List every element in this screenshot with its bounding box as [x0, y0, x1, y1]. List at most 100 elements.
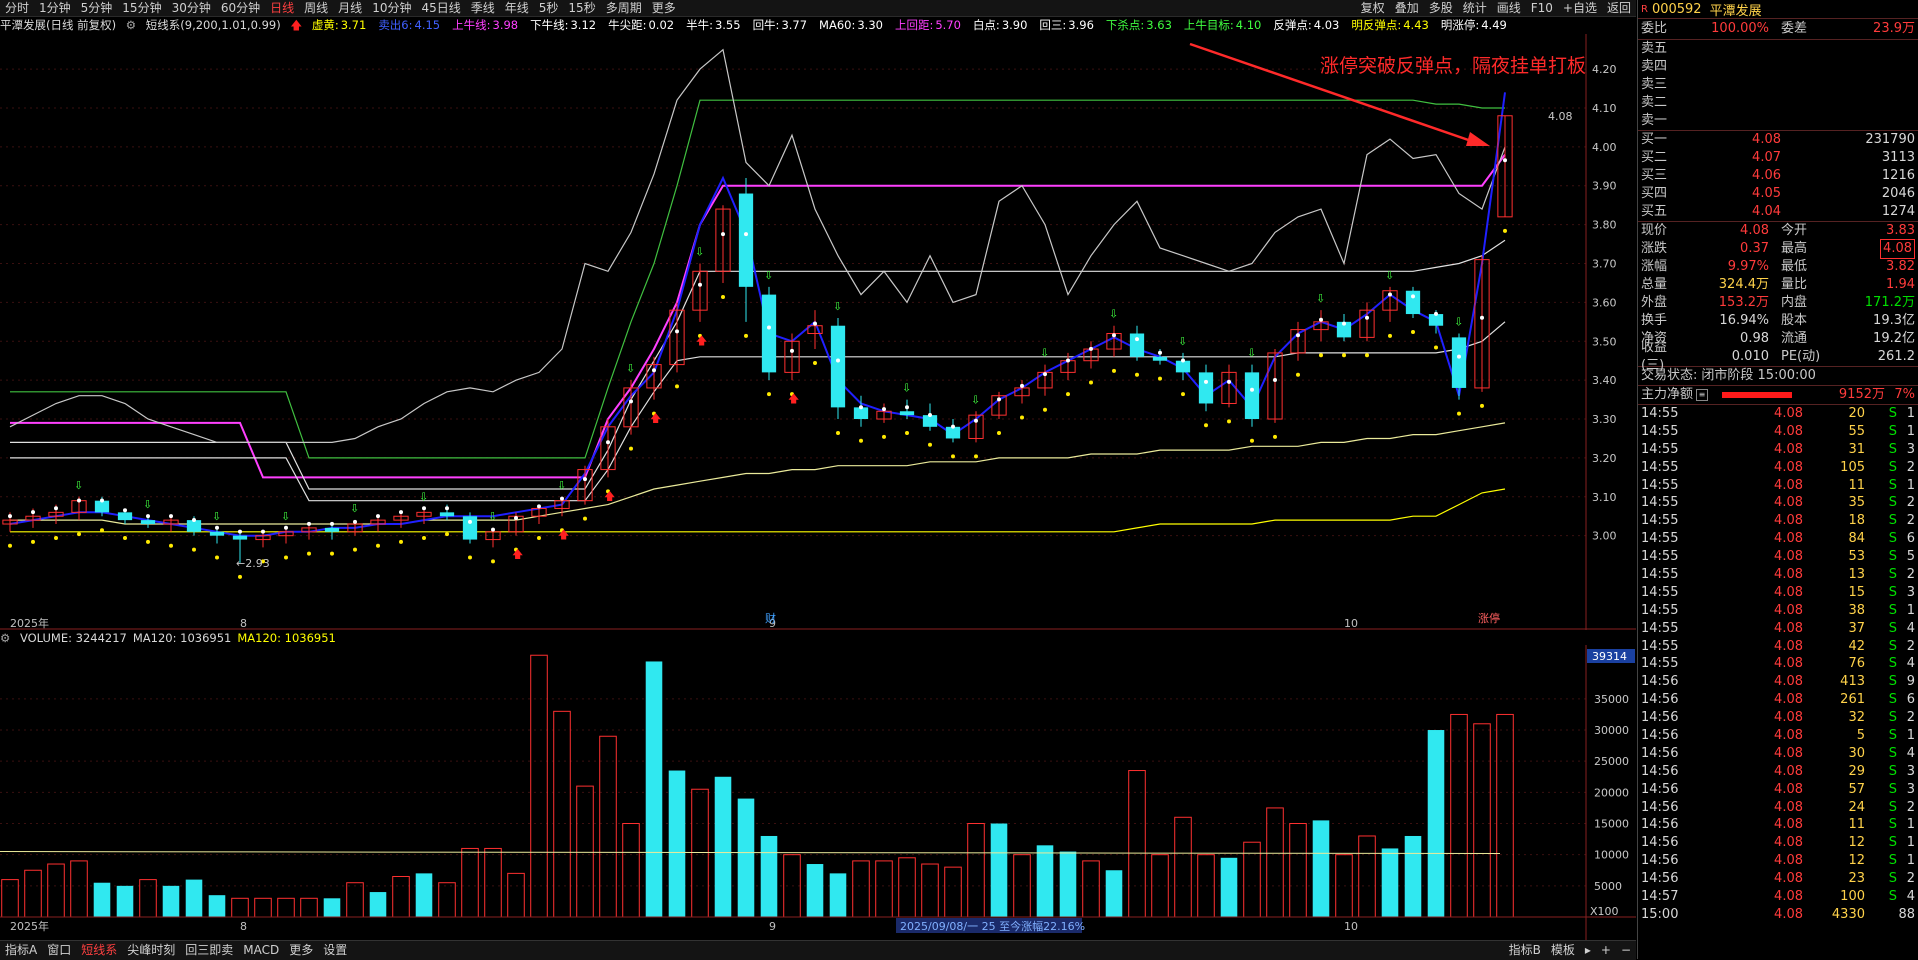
- bottombar-action[interactable]: +: [1596, 941, 1616, 960]
- toolbar-action[interactable]: 统计: [1458, 0, 1492, 16]
- volume-bar: [392, 875, 410, 918]
- toolbar-action[interactable]: 多股: [1424, 0, 1458, 16]
- volume-bar: [691, 788, 709, 918]
- period-tab[interactable]: 10分钟: [367, 0, 416, 16]
- tick-time: 14:55: [1641, 459, 1679, 475]
- x-tick-label: 8: [240, 920, 247, 933]
- volume-legend-item: VOLUME: 3244217: [19, 631, 127, 645]
- indicator-tab[interactable]: 回三即卖: [180, 941, 238, 960]
- period-tab[interactable]: 分时: [0, 0, 34, 16]
- yellow-dot: [100, 528, 104, 533]
- white-dot: [1342, 321, 1346, 326]
- tick-count: 2: [1906, 638, 1915, 654]
- period-tab[interactable]: 季线: [466, 0, 500, 16]
- tick-time: 14:56: [1641, 710, 1679, 726]
- period-tab[interactable]: 更多: [647, 0, 681, 16]
- formula-name[interactable]: 短线系(9,200,1.01,0.99): [146, 18, 281, 32]
- tick-time: 14:56: [1641, 853, 1679, 869]
- period-tab[interactable]: 月线: [333, 0, 367, 16]
- indicator-value: 4.10: [1235, 18, 1262, 32]
- bottombar-action[interactable]: −: [1616, 941, 1636, 960]
- period-tab[interactable]: 多周期: [601, 0, 647, 16]
- tick-row: 14:55 4.08 13 S 2: [1638, 566, 1918, 584]
- period-tab[interactable]: 1分钟: [34, 0, 76, 16]
- volume-settings-icon[interactable]: ⚙: [0, 631, 10, 645]
- period-tab[interactable]: 年线: [500, 0, 534, 16]
- toolbar-action[interactable]: 画线: [1492, 0, 1526, 16]
- period-tab[interactable]: 45日线: [416, 0, 465, 16]
- period-tab[interactable]: 周线: [299, 0, 333, 16]
- tick-row: 14:56 4.08 23 S 2: [1638, 870, 1918, 888]
- down-arrow-icon: ⇩: [833, 300, 842, 313]
- indicator-tab[interactable]: 设置: [318, 941, 352, 960]
- white-dot: [652, 368, 656, 373]
- volume-bar: [875, 860, 893, 918]
- period-tab[interactable]: 5秒: [534, 0, 564, 16]
- white-dot: [1135, 337, 1139, 342]
- indicator-tab[interactable]: 更多: [284, 941, 318, 960]
- white-dot: [606, 440, 610, 445]
- bottombar-action[interactable]: 指标B: [1504, 941, 1546, 960]
- white-dot: [1480, 315, 1484, 320]
- net-icon[interactable]: ≡: [1696, 389, 1709, 401]
- candle-body: [1244, 372, 1260, 420]
- tick-price: 4.08: [1774, 781, 1803, 797]
- tick-row: 14:55 4.08 31 S 3: [1638, 441, 1918, 459]
- quote-value: 19.3亿: [1873, 313, 1915, 328]
- white-dot: [1273, 377, 1277, 382]
- tick-list[interactable]: 14:55 4.08 20 S 1 14:55 4.08 55 S 1 14:55 4.08 31 S 3 1…: [1638, 404, 1918, 924]
- tick-price: 4.08: [1774, 406, 1803, 421]
- period-tab[interactable]: 5分钟: [76, 0, 118, 16]
- indicator-tab[interactable]: MACD: [238, 941, 284, 960]
- chart-marker: 涨停: [1478, 611, 1500, 625]
- indicator-tab[interactable]: 尖峰时刻: [122, 941, 180, 960]
- quote-label: 内盘: [1781, 295, 1808, 310]
- toolbar-action[interactable]: F10: [1526, 0, 1558, 16]
- quote-table: 现价 4.08 今开 3.83 涨跌 0.37 最高 4.08 涨幅 9.97% 最低 3.82 总量 3…: [1638, 221, 1918, 373]
- bottombar-action[interactable]: ▸: [1580, 941, 1596, 960]
- ask-label: 卖四: [1641, 59, 1668, 74]
- period-tab[interactable]: 15分钟: [117, 0, 166, 16]
- tick-price: 4.08: [1774, 477, 1803, 493]
- down-arrow-icon: ⇩: [1316, 292, 1325, 305]
- period-tab[interactable]: 日线: [265, 0, 299, 16]
- tick-count: 5: [1906, 549, 1915, 565]
- settings-gear-icon[interactable]: ⚙: [126, 18, 136, 32]
- period-tab[interactable]: 60分钟: [216, 0, 265, 16]
- yellow-dot: [1181, 392, 1185, 397]
- down-arrow-icon: ⇩: [143, 498, 152, 511]
- candlestick-chart[interactable]: 4.20 4.10 4.00 3.90 3.80 3.70 3.60 3.50 3.40 3.30…: [0, 34, 1636, 630]
- indicator-tab[interactable]: 窗口: [42, 941, 76, 960]
- bid-label: 买五: [1641, 204, 1668, 219]
- volume-bar: [116, 885, 134, 917]
- quote-value: 3.83: [1886, 223, 1915, 238]
- down-arrow-icon: ⇩: [1454, 315, 1463, 328]
- y-tick-label: 3.30: [1592, 413, 1617, 426]
- toolbar-action[interactable]: 返回: [1602, 0, 1636, 16]
- yellow-dot: [146, 539, 150, 544]
- toolbar-action[interactable]: 复权: [1356, 0, 1390, 16]
- quote-label: 量比: [1781, 277, 1808, 292]
- bottombar-action[interactable]: 模板: [1546, 941, 1580, 960]
- indicator-tab[interactable]: 短线系: [76, 941, 122, 960]
- tick-side: S: [1888, 889, 1897, 905]
- volume-chart[interactable]: 35000 30000 25000 20000 15000 10000 5000 39314 2…: [0, 645, 1636, 940]
- yellow-dot: [238, 574, 242, 579]
- bid-row: 买五 4.04 1274: [1638, 203, 1918, 221]
- bid-label: 买四: [1641, 186, 1668, 201]
- indicator-label: 白点:: [972, 18, 1000, 32]
- period-tab[interactable]: 30分钟: [167, 0, 216, 16]
- period-tab[interactable]: 15秒: [563, 0, 600, 16]
- tick-price: 4.08: [1774, 853, 1803, 869]
- toolbar-action[interactable]: 叠加: [1390, 0, 1424, 16]
- y-tick-label: 20000: [1594, 786, 1629, 799]
- tick-side: S: [1888, 692, 1897, 708]
- white-dot: [1411, 294, 1415, 299]
- bid-price: 4.05: [1752, 186, 1781, 201]
- indicator-tab[interactable]: 指标A: [0, 941, 42, 960]
- toolbar-action[interactable]: +自选: [1558, 0, 1602, 16]
- yellow-dot: [330, 551, 334, 556]
- tick-time: 14:55: [1641, 620, 1679, 636]
- volume-bar: [1059, 851, 1077, 917]
- indicator-tabbar: 指标A 窗口 短线系 尖峰时刻 回三即卖 MACD 更多 设置 指标B 模板 ▸ + −: [0, 940, 1636, 960]
